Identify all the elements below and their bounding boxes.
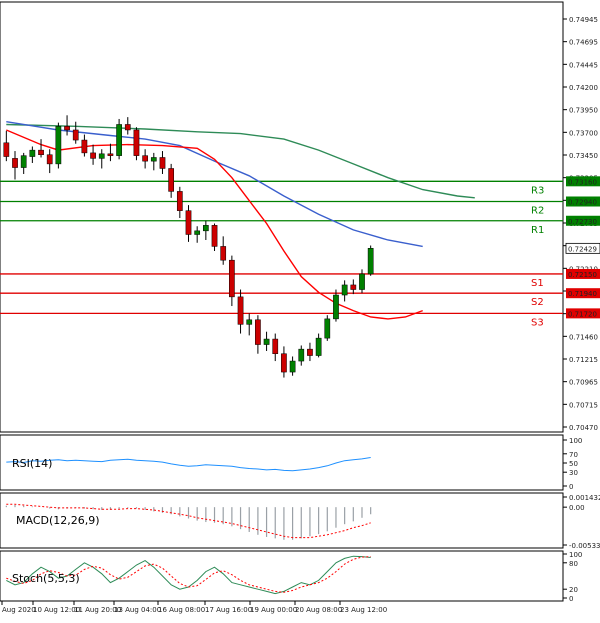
rsi-y-tick-label: 100 [569,437,582,445]
candle-body [246,319,253,325]
rsi-label: RSI(14) [12,457,52,470]
price-y-tick-label: 0.74695 [569,39,598,47]
candle-body [333,294,339,320]
candle-body [72,129,79,141]
candle-body [263,338,270,345]
candle-body [133,129,140,156]
rsi-y-tick-label: 0 [569,483,573,491]
stoch-y-tick-label: 20 [569,586,578,594]
candle-body [350,284,357,290]
candle-body [298,348,305,362]
level-price-label-r1: 0.72730 [568,218,597,226]
x-axis-tick-label: 16 Aug 08:00 [158,606,205,614]
candle-body [341,284,348,296]
trading-chart: 0.74945 0.74695 0.74445 0.74200 0.73950 0.737… [0,0,600,619]
candle-body [229,259,235,298]
candle-body [324,318,331,339]
x-axis-tick-label: 19 Aug 00:00 [250,606,297,614]
rsi-y-tick-label: 50 [569,460,578,468]
candle-body [29,149,36,157]
rsi-panel [0,434,564,491]
candle-body [64,126,70,131]
rsi-y-tick-label: 70 [569,451,578,459]
last-price-marker: 0.72429 [565,242,600,254]
price-y-tick-label: 0.74945 [569,16,598,24]
candle-body [38,149,44,155]
candle-body [46,154,53,165]
level-name-s2: S2 [531,297,544,308]
macd-y-tick-label: -0.005337 [569,542,600,550]
price-y-tick-label: 0.70965 [569,379,598,387]
candle-body [237,296,244,325]
candle-body [220,246,227,261]
stoch-y-tick-label: 0 [569,595,573,603]
rsi-y-tick-label: 30 [569,469,578,477]
candle-body [289,360,296,373]
candle-body [98,153,105,159]
stoch-label: Stoch(5,5,3) [12,572,80,585]
candle-body [255,319,261,345]
macd-y-tick-label: 0.00 [569,504,585,512]
candle-body [185,210,192,235]
candle-body [159,157,166,169]
time-x-axis: Aug 202010 Aug 12:0011 Aug 20:0013 Aug 0… [1,601,387,614]
last-price-label: 0.72429 [568,245,597,253]
chart-canvas: 0.74945 0.74695 0.74445 0.74200 0.73950 0.737… [0,1,600,614]
level-name-s1: S1 [531,278,544,289]
candle-body [142,155,148,162]
candle-body [124,124,131,131]
level-name-r1: R1 [531,225,544,236]
x-axis-tick-label: Aug 2020 [2,606,36,614]
level-price-label-s1: 0.72150 [568,271,597,279]
level-price-label-r3: 0.73160 [568,178,597,186]
candle-body [359,273,365,290]
price-y-tick-label: 0.71215 [569,356,598,364]
candle-body [168,168,175,192]
macd-y-tick-label: 0.001432 [569,494,600,502]
price-y-tick-label: 0.74200 [569,84,598,92]
x-axis-tick-label: 13 Aug 04:00 [114,606,161,614]
level-name-s3: S3 [531,317,544,328]
level-price-label-s2: 0.71940 [568,290,597,298]
x-axis-tick-label: 23 Aug 12:00 [340,606,387,614]
stoch-panel [0,550,564,602]
candle-body [107,153,114,156]
candle-body [307,348,313,356]
candle-body [55,126,62,165]
candle-body [150,157,157,162]
candle-body [12,158,18,168]
candle-body [116,124,122,156]
candle-body [281,353,287,373]
stoch-y-tick-label: 80 [569,560,578,568]
candle-body [272,338,279,354]
level-name-r3: R3 [531,185,544,196]
candle-body [3,142,10,157]
price-y-tick-label: 0.73950 [569,107,598,115]
x-axis-tick-label: 17 Aug 16:00 [205,606,252,614]
candle-body [20,155,27,168]
price-y-tick-label: 0.71460 [569,333,598,341]
stoch-y-tick-label: 100 [569,551,582,559]
price-y-tick-label: 0.73450 [569,152,598,160]
candle-body [367,248,374,275]
x-axis-tick-label: 20 Aug 08:00 [295,606,342,614]
candle-body [202,225,209,232]
price-y-tick-label: 0.74445 [569,61,598,69]
level-price-label-r2: 0.72940 [568,198,597,206]
candle-body [90,152,96,159]
candle-body [211,225,218,247]
level-name-r2: R2 [531,205,544,216]
level-price-label-s3: 0.71720 [568,310,597,318]
candle-body [194,230,201,235]
candle-body [81,139,88,154]
candle-body [176,191,183,211]
price-y-tick-label: 0.70715 [569,401,598,409]
candle-body [315,337,322,356]
price-y-tick-label: 0.73700 [569,129,598,137]
price-y-tick-label: 0.70470 [569,424,598,432]
macd-label: MACD(12,26,9) [16,514,100,527]
